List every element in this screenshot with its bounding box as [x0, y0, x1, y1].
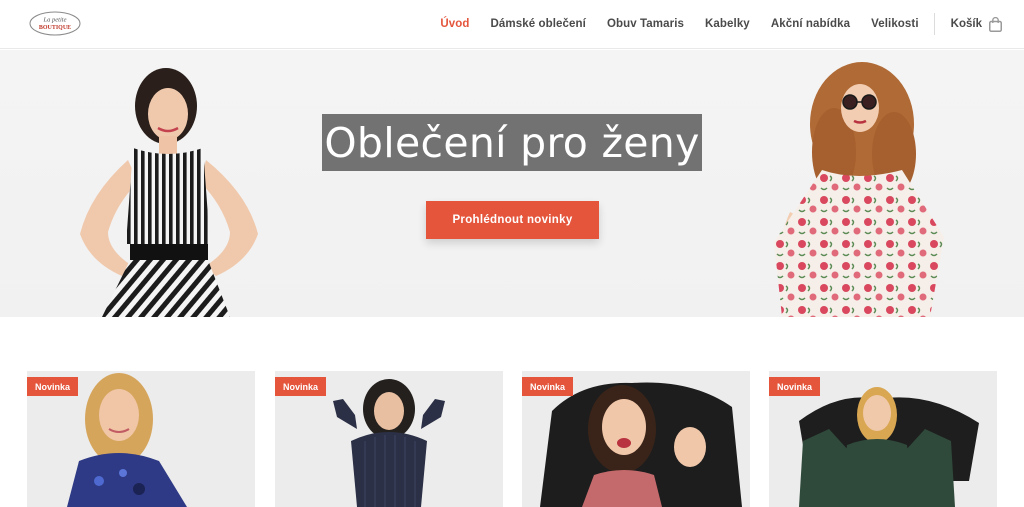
product-grid: Novinka Novinka Novinka Novinka: [0, 317, 1024, 507]
main-nav: Úvod Dámské oblečení Obuv Tamaris Kabelk…: [419, 0, 1002, 48]
product-card[interactable]: Novinka: [27, 371, 255, 507]
svg-text:BOUTIQUE: BOUTIQUE: [39, 25, 71, 31]
nav-item-obuv-tamaris[interactable]: Obuv Tamaris: [607, 18, 684, 30]
new-badge: Novinka: [769, 377, 821, 396]
shopping-bag-icon: [989, 16, 1002, 32]
product-card[interactable]: Novinka: [522, 371, 750, 507]
new-badge: Novinka: [522, 377, 574, 396]
new-badge: Novinka: [27, 377, 79, 396]
hero-model-left-image: [80, 68, 258, 317]
hero-title: Oblečení pro ženy: [322, 114, 702, 171]
nav-item-damske-obleceni[interactable]: Dámské oblečení: [490, 18, 585, 30]
cart-label: Košík: [950, 18, 982, 30]
nav-item-uvod[interactable]: Úvod: [440, 18, 469, 30]
nav-item-velikosti[interactable]: Velikosti: [871, 18, 919, 30]
cart-link[interactable]: Košík: [950, 16, 1002, 32]
product-card[interactable]: Novinka: [275, 371, 503, 507]
product-card[interactable]: Novinka: [769, 371, 997, 507]
nav-item-akcni-nabidka[interactable]: Akční nabídka: [771, 18, 850, 30]
new-badge: Novinka: [275, 377, 327, 396]
nav-divider: [933, 13, 935, 35]
nav-item-kabelky[interactable]: Kabelky: [705, 18, 750, 30]
brand-logo[interactable]: La petite BOUTIQUE: [29, 11, 81, 36]
hero-banner: Oblečení pro ženy Prohlédnout novinky: [0, 50, 1024, 317]
svg-text:La petite: La petite: [43, 17, 67, 24]
browse-new-arrivals-button[interactable]: Prohlédnout novinky: [426, 201, 599, 239]
site-header: La petite BOUTIQUE Úvod Dámské oblečení …: [0, 0, 1024, 49]
hero-model-right-image: [774, 62, 944, 317]
